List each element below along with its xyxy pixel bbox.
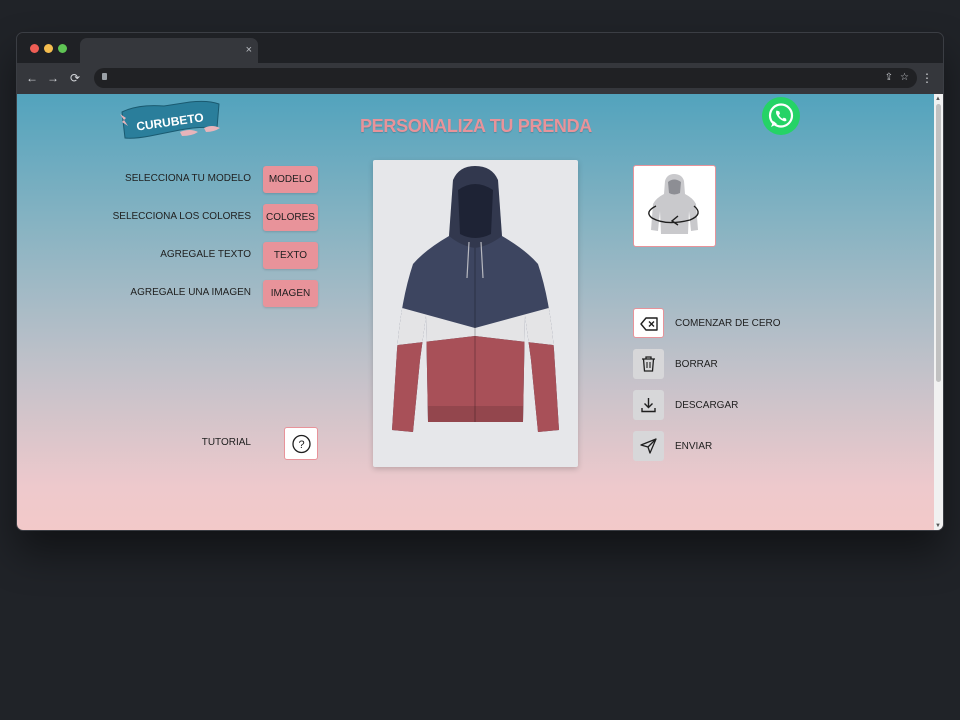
design-canvas[interactable]: [373, 160, 578, 467]
colors-label: SELECCIONA LOS COLORES: [112, 211, 251, 222]
tutorial-label: TUTORIAL: [201, 437, 251, 448]
minimize-window-button[interactable]: [44, 44, 53, 53]
help-icon: ?: [292, 434, 311, 454]
scroll-down-icon[interactable]: ▼: [935, 522, 941, 530]
rotate-view-button[interactable]: [633, 165, 716, 247]
text-label: AGREGALE TEXTO: [160, 249, 251, 260]
text-button[interactable]: TEXTO: [263, 242, 318, 269]
maximize-window-button[interactable]: [58, 44, 67, 53]
image-label: AGREGALE UNA IMAGEN: [130, 287, 251, 298]
colors-button[interactable]: COLORES: [263, 204, 318, 231]
send-icon: [640, 438, 657, 454]
close-window-button[interactable]: [30, 44, 39, 53]
scroll-up-icon[interactable]: ▲: [935, 95, 941, 103]
back-arrow-icon[interactable]: ←: [24, 70, 40, 86]
download-icon: [641, 398, 656, 413]
page-scrollbar[interactable]: ▲ ▼: [934, 94, 943, 530]
scrollbar-thumb[interactable]: [936, 104, 941, 382]
download-label: DESCARGAR: [675, 400, 739, 411]
lock-icon: [102, 73, 107, 80]
send-label: ENVIAR: [675, 441, 713, 452]
tab-bar: ×: [17, 33, 943, 63]
whatsapp-icon[interactable]: [761, 96, 801, 136]
trash-icon: [642, 356, 655, 372]
reload-icon[interactable]: ⟳: [67, 70, 83, 86]
download-button[interactable]: [633, 390, 664, 420]
model-label: SELECCIONA TU MODELO: [125, 173, 251, 184]
forward-arrow-icon[interactable]: →: [45, 70, 61, 86]
page-viewport: CURUBETO PERSONALIZA TU PRENDA SELECCION…: [17, 94, 943, 530]
delete-button[interactable]: [633, 349, 664, 379]
delete-label: BORRAR: [675, 359, 718, 370]
image-button[interactable]: IMAGEN: [263, 280, 318, 307]
page-title: PERSONALIZA TU PRENDA: [359, 116, 593, 136]
browser-toolbar: ← → ⟳ ⇪ ☆ ⋮: [17, 63, 943, 94]
start-over-button[interactable]: [633, 308, 664, 338]
tutorial-button[interactable]: ?: [284, 427, 318, 460]
address-bar[interactable]: ⇪ ☆: [94, 68, 917, 88]
tab-close-icon[interactable]: ×: [246, 43, 252, 57]
hoodie-preview: [392, 166, 559, 432]
browser-window: × ← → ⟳ ⇪ ☆ ⋮ CURUBETO PERSONALIZA TU PR…: [16, 32, 944, 531]
bookmark-star-icon[interactable]: ☆: [900, 70, 909, 86]
backspace-icon: [640, 317, 658, 331]
browser-tab[interactable]: ×: [80, 38, 258, 63]
start-over-label: COMENZAR DE CERO: [675, 318, 781, 329]
model-button[interactable]: MODELO: [263, 166, 318, 193]
browser-menu-icon[interactable]: ⋮: [921, 70, 933, 86]
help-icon-glyph: ?: [298, 439, 304, 451]
curubeto-logo: CURUBETO: [120, 100, 220, 139]
share-icon[interactable]: ⇪: [885, 70, 893, 86]
rotate-hoodie-icon: [648, 174, 699, 234]
send-button[interactable]: [633, 431, 664, 461]
